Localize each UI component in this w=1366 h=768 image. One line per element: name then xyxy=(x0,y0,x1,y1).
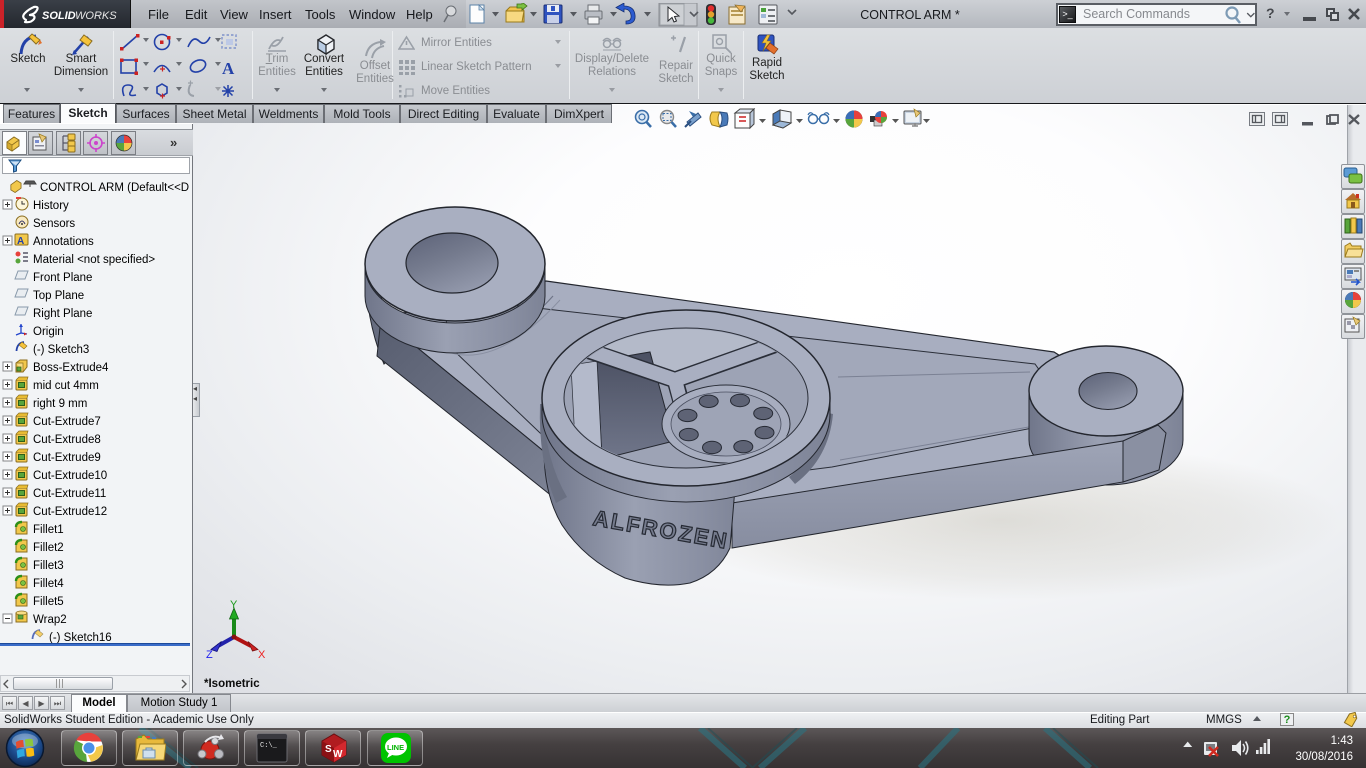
svg-text:Z: Z xyxy=(206,649,213,660)
svg-text:Fillet3: Fillet3 xyxy=(33,560,64,572)
svg-text:A: A xyxy=(222,59,235,78)
svg-text:Cut-Extrude8: Cut-Extrude8 xyxy=(33,434,101,446)
svg-text:Cut-Extrude10: Cut-Extrude10 xyxy=(33,470,107,482)
svg-text:Fillet1: Fillet1 xyxy=(33,524,64,536)
svg-text:A: A xyxy=(17,236,24,247)
svg-text:LINE: LINE xyxy=(387,743,404,752)
svg-text:(-) Sketch3: (-) Sketch3 xyxy=(33,344,89,356)
svg-text:mid cut 4mm: mid cut 4mm xyxy=(33,380,99,392)
svg-text:Cut-Extrude9: Cut-Extrude9 xyxy=(33,452,101,464)
svg-text:Right Plane: Right Plane xyxy=(33,308,92,320)
svg-text:Fillet4: Fillet4 xyxy=(33,578,64,590)
svg-text:Sensors: Sensors xyxy=(33,218,75,230)
svg-text:Cut-Extrude7: Cut-Extrude7 xyxy=(33,416,101,428)
svg-text:right 9 mm: right 9 mm xyxy=(33,398,87,410)
svg-text:X: X xyxy=(258,649,266,660)
svg-text:C:\_: C:\_ xyxy=(260,742,278,750)
svg-text:Cut-Extrude12: Cut-Extrude12 xyxy=(33,506,107,518)
svg-text:CONTROL ARM (Default<<D: CONTROL ARM (Default<<D xyxy=(40,182,189,194)
svg-text:History: History xyxy=(33,200,69,212)
svg-text:S: S xyxy=(325,744,332,755)
svg-text:Cut-Extrude11: Cut-Extrude11 xyxy=(33,488,106,500)
svg-text:W: W xyxy=(333,749,343,760)
svg-text:Fillet5: Fillet5 xyxy=(33,596,64,608)
svg-text:Front Plane: Front Plane xyxy=(33,272,92,284)
svg-text:Boss-Extrude4: Boss-Extrude4 xyxy=(33,362,109,374)
svg-text:Top Plane: Top Plane xyxy=(33,290,84,302)
svg-text:Origin: Origin xyxy=(33,326,64,338)
svg-text:Fillet2: Fillet2 xyxy=(33,542,64,554)
svg-text:Annotations: Annotations xyxy=(33,236,94,248)
svg-text:Material <not specified>: Material <not specified> xyxy=(33,254,155,266)
svg-text:WORKS: WORKS xyxy=(75,10,117,22)
svg-text:»: » xyxy=(170,135,177,150)
svg-text:Wrap2: Wrap2 xyxy=(33,614,67,626)
svg-text:SOLID: SOLID xyxy=(42,10,76,22)
